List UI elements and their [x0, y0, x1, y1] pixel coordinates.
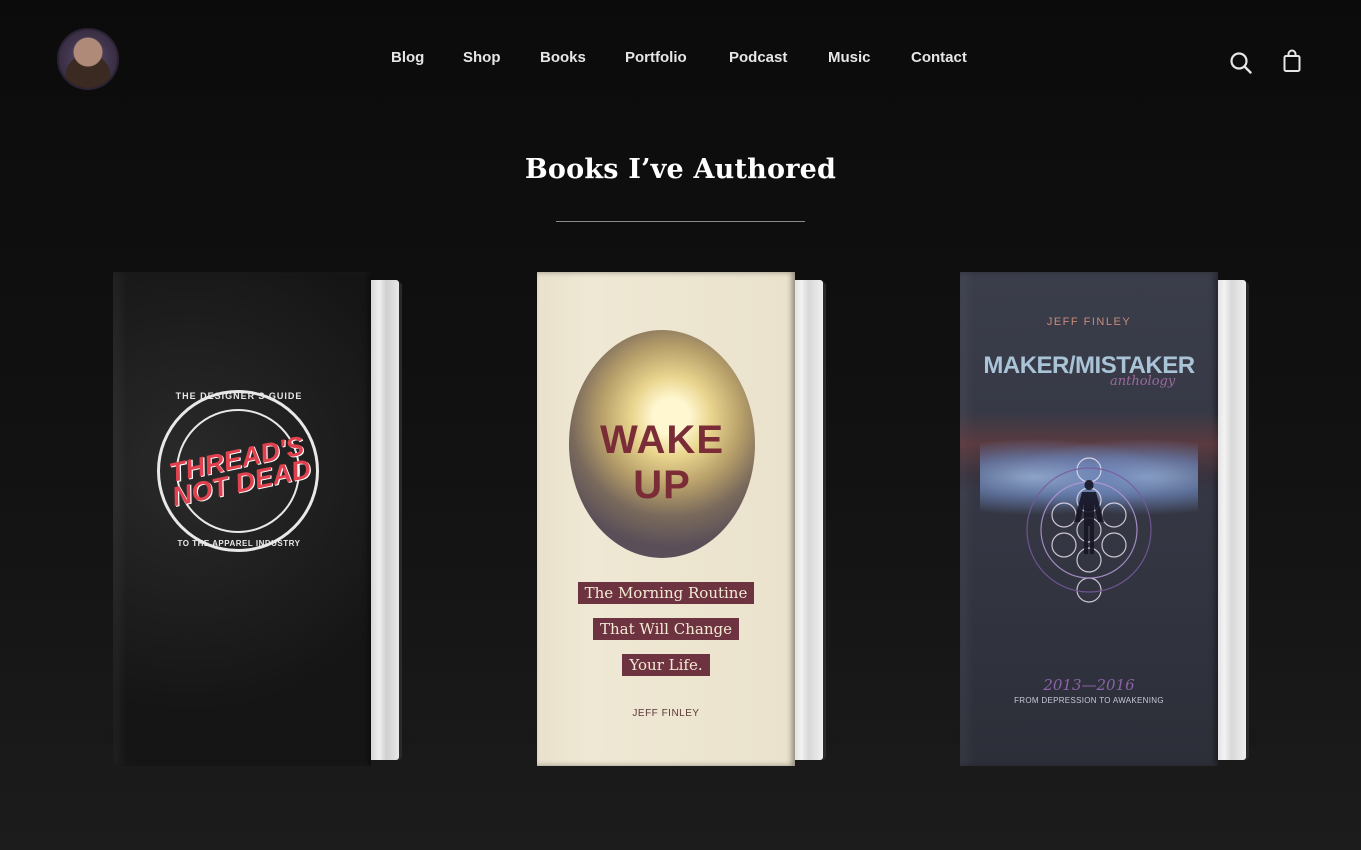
sunrise-circle-image: WAKE UP	[569, 330, 755, 558]
tagline-line-2: That Will Change	[537, 618, 795, 640]
nav-shop[interactable]: Shop	[463, 49, 501, 66]
page-title: Books I’ve Authored	[524, 154, 837, 185]
book-years: 2013—2016	[1043, 676, 1135, 694]
nav-blog[interactable]: Blog	[391, 49, 424, 66]
shopping-bag-icon[interactable]	[1282, 49, 1302, 73]
nav-music[interactable]: Music	[828, 49, 871, 66]
book-author: JEFF FINLEY	[632, 708, 700, 719]
book-threads-not-dead[interactable]: THE DESIGNER'S GUIDE THREAD'S NOT DEAD T…	[93, 272, 423, 768]
site-header: Blog Shop Books Portfolio Podcast Music …	[0, 0, 1361, 118]
book-maker-mistaker[interactable]: JEFF FINLEY MAKER/MISTAKER anthology 201…	[940, 272, 1270, 768]
nav-books[interactable]: Books	[540, 49, 586, 66]
main-nav: Blog Shop Books Portfolio Podcast Music …	[0, 49, 1361, 71]
badge-top-text: THE DESIGNER'S GUIDE	[175, 391, 303, 401]
book-tagline: FROM DEPRESSION TO AWAKENING	[1014, 696, 1164, 705]
tagline-line-1: The Morning Routine	[537, 582, 795, 604]
nav-contact[interactable]: Contact	[911, 49, 967, 66]
sacred-geometry-figure	[1026, 457, 1152, 603]
badge-bottom-text: TO THE APPAREL INDUSTRY	[177, 539, 301, 548]
threads-badge: THE DESIGNER'S GUIDE THREAD'S NOT DEAD T…	[157, 390, 319, 552]
book-cover: THE DESIGNER'S GUIDE THREAD'S NOT DEAD T…	[113, 272, 371, 766]
title-divider	[556, 221, 805, 222]
book-cover: WAKE UP The Morning Routine That Will Ch…	[537, 272, 795, 766]
book-subtitle: anthology	[1110, 374, 1176, 389]
book-author: JEFF FINLEY	[1046, 316, 1132, 328]
book-wake-up[interactable]: WAKE UP The Morning Routine That Will Ch…	[517, 272, 847, 768]
book-cover: JEFF FINLEY MAKER/MISTAKER anthology 201…	[960, 272, 1218, 766]
search-icon[interactable]	[1229, 51, 1253, 75]
nav-podcast[interactable]: Podcast	[729, 49, 787, 66]
book-title: WAKE UP	[600, 418, 724, 507]
book-title: MAKER/MISTAKER	[983, 352, 1195, 379]
tagline-line-3: Your Life.	[537, 654, 795, 676]
nav-portfolio[interactable]: Portfolio	[625, 49, 687, 66]
